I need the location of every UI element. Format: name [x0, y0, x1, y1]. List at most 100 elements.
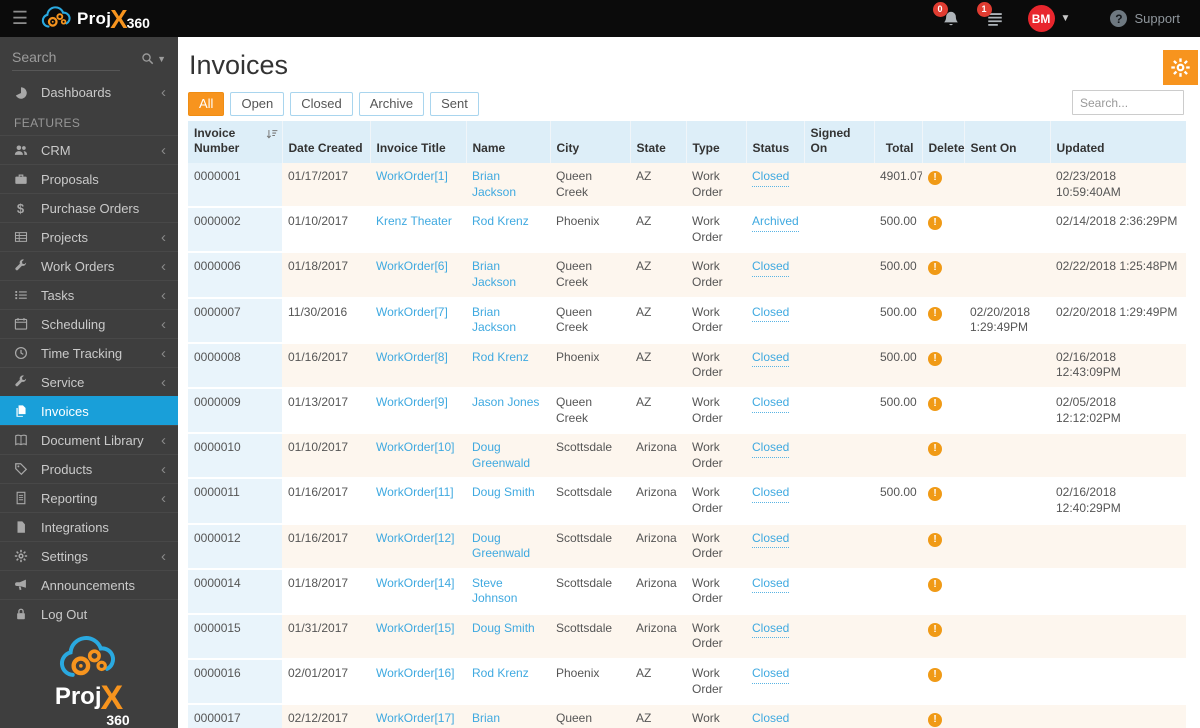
sidebar-search-input[interactable] [12, 46, 120, 71]
table-settings-button[interactable] [1163, 50, 1198, 85]
search-caret-icon[interactable]: ▼ [157, 54, 166, 64]
column-header-name[interactable]: Name [465, 121, 550, 163]
column-header-city[interactable]: City [549, 121, 630, 163]
filter-button-all[interactable]: All [188, 92, 225, 116]
invoice-title-link[interactable]: WorkOrder[6] [376, 259, 448, 273]
user-menu[interactable]: BM ▼ [1027, 5, 1070, 32]
sidebar-item-products[interactable]: Products ‹ [0, 454, 178, 483]
status-link[interactable]: Closed [752, 666, 790, 684]
status-link[interactable]: Closed [752, 395, 790, 413]
name-link[interactable]: Doug Smith [472, 485, 535, 499]
status-link[interactable]: Closed [752, 621, 790, 639]
invoice-title-link[interactable]: WorkOrder[8] [376, 350, 448, 364]
sidebar-item-tasks[interactable]: Tasks ‹ [0, 280, 178, 309]
table-search-input[interactable] [1072, 90, 1184, 115]
name-link[interactable]: Brian Jackson [472, 305, 516, 335]
sidebar-item-time-tracking[interactable]: Time Tracking ‹ [0, 338, 178, 367]
invoice-title-link[interactable]: Krenz Theater [376, 214, 452, 228]
column-header-total[interactable]: Total [873, 121, 922, 163]
filter-button-closed[interactable]: Closed [290, 92, 353, 116]
name-link[interactable]: Doug Smith [472, 621, 535, 635]
delete-icon[interactable]: ! [928, 216, 942, 231]
sidebar-item-integrations[interactable]: Integrations [0, 512, 178, 541]
status-link[interactable]: Closed [752, 305, 790, 323]
column-header-invoice-title[interactable]: Invoice Title [369, 121, 466, 163]
column-header-sent-on[interactable]: Sent On [963, 121, 1050, 163]
invoice-title-link[interactable]: WorkOrder[14] [376, 576, 454, 590]
invoice-title-link[interactable]: WorkOrder[1] [376, 169, 448, 183]
delete-icon[interactable]: ! [928, 306, 942, 321]
delete-icon[interactable]: ! [928, 396, 942, 411]
column-header-status[interactable]: Status [745, 121, 804, 163]
sidebar-item-log-out[interactable]: Log Out [0, 599, 178, 628]
sidebar-item-announcements[interactable]: Announcements [0, 570, 178, 599]
status-link[interactable]: Archived [752, 214, 799, 232]
name-link[interactable]: Rod Krenz [472, 350, 529, 364]
sidebar-item-projects[interactable]: Projects ‹ [0, 222, 178, 251]
user-avatar[interactable]: BM [1027, 5, 1055, 32]
delete-icon[interactable]: ! [928, 532, 942, 547]
delete-icon[interactable]: ! [928, 351, 942, 366]
status-link[interactable]: Closed [752, 485, 790, 503]
status-link[interactable]: Closed [752, 711, 790, 728]
delete-icon[interactable]: ! [928, 442, 942, 457]
name-link[interactable]: Steve Johnson [472, 576, 517, 606]
invoice-title-link[interactable]: WorkOrder[10] [376, 440, 454, 454]
status-link[interactable]: Closed [752, 531, 790, 549]
status-link[interactable]: Closed [752, 440, 790, 458]
column-header-signed-on[interactable]: Signed On [803, 121, 874, 163]
sidebar-item-crm[interactable]: CRM ‹ [0, 135, 178, 164]
delete-icon[interactable]: ! [928, 487, 942, 502]
sidebar-item-reporting[interactable]: Reporting ‹ [0, 483, 178, 512]
sidebar-item-invoices[interactable]: Invoices [0, 396, 178, 425]
delete-icon[interactable]: ! [928, 668, 942, 683]
sort-icon[interactable] [266, 128, 279, 145]
sidebar-item-purchase-orders[interactable]: $ Purchase Orders [0, 193, 178, 222]
status-link[interactable]: Closed [752, 169, 790, 187]
delete-icon[interactable]: ! [928, 171, 942, 185]
filter-button-archive[interactable]: Archive [358, 92, 425, 116]
invoice-title-link[interactable]: WorkOrder[17] [376, 711, 454, 725]
support-link[interactable]: ? Support [1110, 10, 1180, 27]
invoice-title-link[interactable]: WorkOrder[11] [376, 485, 454, 499]
sidebar-item-proposals[interactable]: Proposals [0, 164, 178, 193]
status-link[interactable]: Closed [752, 350, 790, 368]
column-header-invoice-number[interactable]: Invoice Number [188, 121, 282, 163]
invoice-title-link[interactable]: WorkOrder[9] [376, 395, 448, 409]
column-header-type[interactable]: Type [685, 121, 746, 163]
search-icon[interactable] [141, 52, 154, 65]
invoice-title-link[interactable]: WorkOrder[12] [376, 531, 454, 545]
status-link[interactable]: Closed [752, 259, 790, 277]
name-link[interactable]: Doug Greenwald [472, 440, 530, 470]
column-header-date-created[interactable]: Date Created [281, 121, 370, 163]
name-link[interactable]: Brian Jackson [472, 711, 516, 728]
filter-button-sent[interactable]: Sent [430, 92, 479, 116]
delete-icon[interactable]: ! [928, 713, 942, 728]
delete-icon[interactable]: ! [928, 261, 942, 276]
invoice-title-link[interactable]: WorkOrder[16] [376, 666, 454, 680]
name-link[interactable]: Doug Greenwald [472, 531, 530, 561]
sidebar-item-document-library[interactable]: Document Library ‹ [0, 425, 178, 454]
sidebar-item-settings[interactable]: Settings ‹ [0, 541, 178, 570]
column-header-updated[interactable]: Updated [1049, 121, 1186, 163]
name-link[interactable]: Brian Jackson [472, 169, 516, 199]
column-header-state[interactable]: State [629, 121, 686, 163]
name-link[interactable]: Jason Jones [472, 395, 539, 409]
name-link[interactable]: Rod Krenz [472, 214, 529, 228]
sidebar-item-work-orders[interactable]: Work Orders ‹ [0, 251, 178, 280]
name-link[interactable]: Rod Krenz [472, 666, 529, 680]
sidebar-item-service[interactable]: Service ‹ [0, 367, 178, 396]
name-link[interactable]: Brian Jackson [472, 259, 516, 289]
invoice-title-link[interactable]: WorkOrder[15] [376, 621, 454, 635]
tasks-button[interactable]: 1 [976, 1, 1004, 28]
delete-icon[interactable]: ! [928, 577, 942, 592]
sidebar-item-scheduling[interactable]: Scheduling ‹ [0, 309, 178, 338]
delete-icon[interactable]: ! [928, 622, 942, 637]
notifications-bell-button[interactable]: 0 [932, 1, 960, 28]
hamburger-menu-icon[interactable]: ☰ [0, 8, 40, 29]
invoice-title-link[interactable]: WorkOrder[7] [376, 305, 448, 319]
column-header-delete[interactable]: Delete [921, 121, 965, 163]
filter-button-open[interactable]: Open [230, 92, 285, 116]
status-link[interactable]: Closed [752, 576, 790, 594]
sidebar-item-dashboards[interactable]: Dashboards ‹ [0, 78, 178, 107]
